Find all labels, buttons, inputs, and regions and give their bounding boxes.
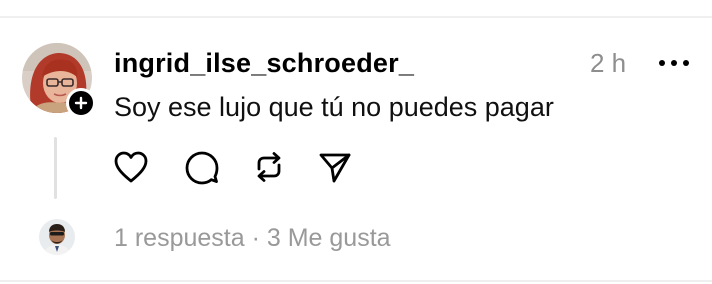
top-divider — [0, 16, 712, 18]
more-options-button[interactable] — [656, 52, 692, 74]
post-timestamp: 2 h — [590, 48, 627, 78]
more-horizontal-icon — [659, 60, 689, 66]
plus-icon — [74, 96, 88, 110]
thread-line — [54, 137, 57, 199]
likes-count-link[interactable]: 3 Me gusta — [267, 224, 391, 252]
share-button[interactable] — [316, 148, 354, 186]
replier-avatar[interactable] — [39, 219, 75, 255]
post-text: Soy ese lujo que tú no puedes pagar — [114, 92, 554, 122]
replies-count-link[interactable]: 1 respuesta — [114, 224, 245, 252]
repost-button[interactable] — [250, 148, 288, 186]
post-stats: 1 respuesta · 3 Me gusta — [114, 223, 391, 253]
like-button[interactable] — [112, 148, 150, 186]
send-icon — [319, 153, 351, 183]
follow-button[interactable] — [66, 88, 96, 118]
stats-separator: · — [244, 224, 267, 252]
reply-button[interactable] — [183, 148, 221, 186]
repost-icon — [257, 152, 281, 182]
comment-bubble-icon — [185, 151, 219, 185]
post-username[interactable]: ingrid_ilse_schroeder_ — [114, 48, 414, 78]
heart-icon — [114, 151, 148, 183]
bottom-divider — [0, 280, 712, 282]
